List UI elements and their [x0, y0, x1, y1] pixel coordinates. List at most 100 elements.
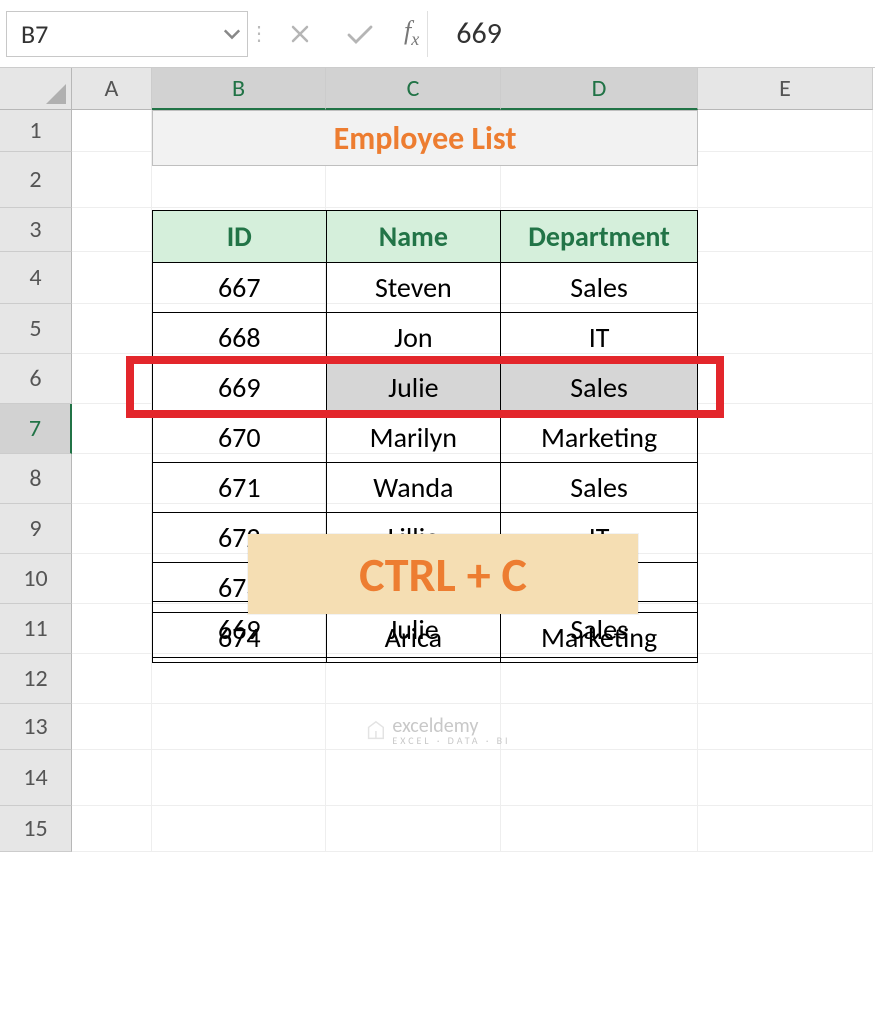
header-name[interactable]: Name [326, 211, 501, 263]
cell-id[interactable]: 670 [153, 413, 327, 463]
cancel-button[interactable] [270, 11, 330, 57]
row-header-6[interactable]: 6 [0, 354, 72, 404]
cell[interactable] [152, 704, 326, 750]
cell[interactable] [72, 654, 152, 704]
cell[interactable] [698, 208, 873, 252]
row-header-10[interactable]: 10 [0, 554, 72, 604]
cell[interactable] [501, 750, 698, 806]
fx-button[interactable]: fx [390, 16, 427, 50]
cell-dept[interactable]: Sales [501, 363, 698, 413]
cell[interactable] [72, 604, 152, 654]
cell-id[interactable]: 669 [153, 363, 327, 413]
row-header-11[interactable]: 11 [0, 604, 72, 654]
table-row: 667StevenSales [153, 263, 698, 313]
cell[interactable] [152, 750, 326, 806]
cell[interactable] [698, 152, 873, 208]
col-header-A[interactable]: A [72, 68, 152, 110]
cell-name[interactable]: Wanda [326, 463, 501, 513]
cell[interactable] [72, 454, 152, 504]
check-icon [345, 22, 375, 46]
column-headers: A B C D E [0, 68, 875, 110]
cell-dept[interactable]: IT [501, 313, 698, 363]
row-header-4[interactable]: 4 [0, 252, 72, 304]
table-row-selected: 669JulieSales [153, 363, 698, 413]
cell-dept[interactable]: Marketing [501, 413, 698, 463]
row-header-8[interactable]: 8 [0, 454, 72, 504]
name-box[interactable]: B7 [6, 11, 248, 57]
enter-button[interactable] [330, 11, 390, 57]
header-id[interactable]: ID [153, 211, 327, 263]
cell-id[interactable]: 668 [153, 313, 327, 363]
cell[interactable] [698, 110, 873, 152]
cell[interactable] [72, 208, 152, 252]
watermark-tagline: EXCEL · DATA · BI [392, 734, 510, 747]
cell[interactable] [698, 304, 873, 354]
row-header-12[interactable]: 12 [0, 654, 72, 704]
cell-id[interactable]: 671 [153, 463, 327, 513]
table-title[interactable]: Employee List [152, 110, 698, 166]
separator: ⋮ [248, 11, 270, 57]
cell[interactable] [72, 152, 152, 208]
cell[interactable] [698, 404, 873, 454]
cell[interactable] [72, 252, 152, 304]
formula-bar: B7 ⋮ fx 669 [0, 0, 875, 68]
cell[interactable] [72, 554, 152, 604]
cell[interactable] [326, 750, 501, 806]
logo-icon [364, 720, 386, 742]
cell[interactable] [698, 654, 873, 704]
cell[interactable] [698, 704, 873, 750]
cell[interactable] [698, 554, 873, 604]
cell[interactable] [72, 806, 152, 852]
cell[interactable] [152, 806, 326, 852]
row-header-9[interactable]: 9 [0, 504, 72, 554]
table-row: 671WandaSales [153, 463, 698, 513]
formula-value: 669 [456, 15, 502, 52]
cell-name[interactable]: Julie [326, 363, 501, 413]
name-box-value: B7 [21, 18, 48, 50]
cell[interactable] [698, 504, 873, 554]
row-header-13[interactable]: 13 [0, 704, 72, 750]
cell[interactable] [326, 806, 501, 852]
cell[interactable] [72, 110, 152, 152]
cell[interactable] [698, 806, 873, 852]
row-header-1[interactable]: 1 [0, 110, 72, 152]
cell[interactable] [72, 504, 152, 554]
cell[interactable] [698, 750, 873, 806]
row-header-2[interactable]: 2 [0, 152, 72, 208]
header-dept[interactable]: Department [501, 211, 698, 263]
cell[interactable] [72, 354, 152, 404]
col-header-B[interactable]: B [152, 68, 326, 110]
cell[interactable] [501, 806, 698, 852]
cell-name[interactable]: Jon [326, 313, 501, 363]
cell[interactable] [698, 354, 873, 404]
col-header-E[interactable]: E [698, 68, 873, 110]
cell[interactable] [72, 704, 152, 750]
row-header-3[interactable]: 3 [0, 208, 72, 252]
shortcut-text: CTRL + C [359, 545, 527, 604]
cell[interactable] [501, 704, 698, 750]
cell-dept[interactable]: Sales [501, 263, 698, 313]
cell[interactable] [698, 454, 873, 504]
chevron-down-icon[interactable] [223, 18, 241, 50]
cell-name[interactable]: Marilyn [326, 413, 501, 463]
cell-name[interactable]: Steven [326, 263, 501, 313]
select-all-corner[interactable] [0, 68, 72, 110]
cell-id[interactable]: 667 [153, 263, 327, 313]
fx-label: fx [404, 16, 419, 45]
cell[interactable] [72, 304, 152, 354]
row-header-5[interactable]: 5 [0, 304, 72, 354]
cell[interactable] [72, 750, 152, 806]
shortcut-overlay: CTRL + C [248, 534, 638, 614]
col-header-D[interactable]: D [501, 68, 698, 110]
cell[interactable] [698, 604, 873, 654]
row-header-15[interactable]: 15 [0, 806, 72, 852]
table-header-row: ID Name Department [153, 211, 698, 263]
formula-input[interactable]: 669 [427, 11, 869, 57]
col-header-C[interactable]: C [326, 68, 501, 110]
cell[interactable] [72, 404, 152, 454]
row-header-14[interactable]: 14 [0, 750, 72, 806]
row-header-7[interactable]: 7 [0, 404, 72, 454]
cell-dept[interactable]: Sales [501, 463, 698, 513]
cell[interactable] [698, 252, 873, 304]
spreadsheet-grid: A B C D E 1 2 3 4 5 6 7 8 9 10 11 12 13 … [0, 68, 875, 852]
